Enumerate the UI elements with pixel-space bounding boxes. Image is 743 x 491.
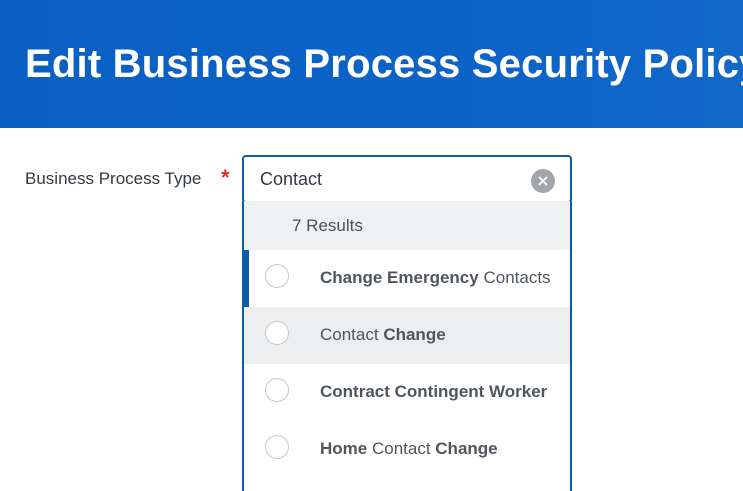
option-change-emergency-contacts[interactable]: Change Emergency Contacts	[244, 250, 570, 307]
option-label-text: Contact	[367, 439, 436, 458]
option-label: Change Emergency Contacts	[320, 268, 551, 288]
results-header: 7 Results	[244, 201, 570, 250]
option-label-match: Change	[435, 439, 498, 458]
option-label: Contract Contingent Worker	[320, 382, 547, 402]
option-home-contact-change[interactable]: Home Contact Change	[244, 421, 570, 478]
required-indicator: *	[221, 165, 230, 190]
radio-circle-icon[interactable]	[265, 378, 289, 402]
option-label-text: Contacts	[478, 268, 551, 287]
page-header: Edit Business Process Security Policy	[0, 0, 743, 128]
option-label: Home Contact Change	[320, 439, 498, 459]
business-process-type-field[interactable]	[242, 155, 572, 203]
option-label: Contact Change	[320, 325, 446, 345]
results-count: 7 Results	[292, 216, 363, 235]
results-dropdown: 7 Results Change Emergency Contacts Cont…	[242, 201, 572, 491]
option-label-match: Contract Contingent Worker	[320, 382, 548, 401]
option-label-text: Contact	[320, 325, 384, 344]
radio-circle-icon[interactable]	[265, 435, 289, 459]
radio-circle-icon[interactable]	[265, 321, 289, 345]
option-contact-change[interactable]: Contact Change	[244, 307, 570, 364]
close-icon	[538, 176, 548, 186]
radio-circle-icon[interactable]	[265, 264, 289, 288]
option-label-match: Change	[383, 325, 446, 344]
business-process-type-input[interactable]	[260, 169, 520, 190]
option-label-match: Change Emergency	[320, 268, 479, 287]
option-label-match: Home	[320, 439, 368, 458]
option-contract-contingent-worker[interactable]: Contract Contingent Worker	[244, 364, 570, 421]
page-title: Edit Business Process Security Policy	[25, 42, 743, 86]
clear-button[interactable]	[531, 169, 555, 193]
business-process-type-label: Business Process Type	[25, 169, 202, 188]
